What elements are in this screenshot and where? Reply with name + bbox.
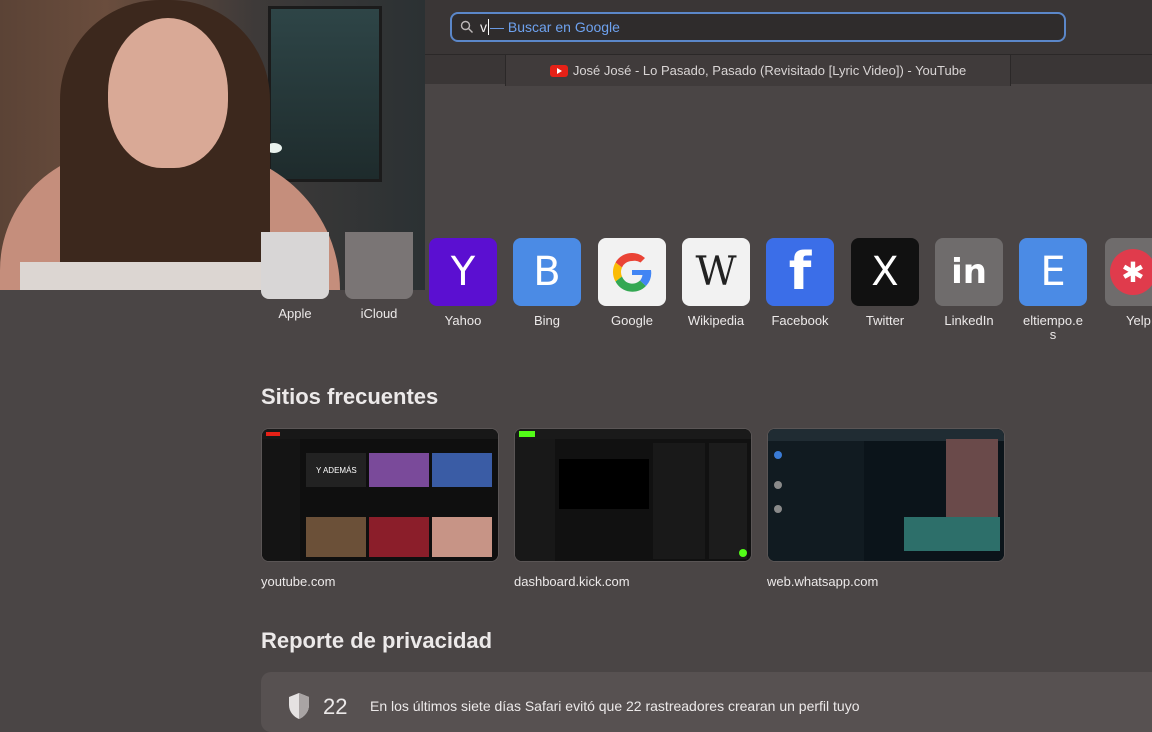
frequent-site-thumbnail-whatsapp[interactable] <box>767 428 1005 562</box>
yahoo-icon: Y <box>429 238 497 306</box>
eltiempo-icon: E <box>1019 238 1087 306</box>
favorite-google[interactable]: Google <box>590 238 674 328</box>
favorite-label: Yelp <box>1126 313 1151 328</box>
favorite-linkedin[interactable]: in LinkedIn <box>927 238 1011 328</box>
favorite-yelp[interactable]: ✱ Yelp <box>1096 238 1152 328</box>
tracker-count: 22 <box>323 694 348 719</box>
search-icon <box>460 20 473 33</box>
tab-title: José José - Lo Pasado, Pasado (Revisitad… <box>572 63 967 78</box>
youtube-page-preview: Y ADEMÁS <box>262 429 498 561</box>
frequent-site-thumbnail-youtube[interactable]: Y ADEMÁS <box>261 428 499 562</box>
favorite-label: Google <box>611 313 653 328</box>
tab-bar: José José - Lo Pasado, Pasado (Revisitad… <box>425 54 1152 86</box>
favorite-label: LinkedIn <box>944 313 994 328</box>
linkedin-icon: in <box>935 238 1003 306</box>
google-icon <box>598 238 666 306</box>
wikipedia-icon: W <box>682 238 750 306</box>
favorite-yahoo[interactable]: Y Yahoo <box>421 238 505 328</box>
address-bar[interactable]: v — Buscar en Google <box>450 12 1066 42</box>
favorite-label: eltiempo.es <box>1023 313 1083 342</box>
bing-icon: B <box>513 238 581 306</box>
favorite-wikipedia[interactable]: W Wikipedia <box>674 238 758 328</box>
favorite-facebook[interactable]: f Facebook <box>758 238 842 328</box>
privacy-report-heading: Reporte de privacidad <box>261 628 493 653</box>
favorite-bing[interactable]: B Bing <box>505 238 589 328</box>
favorite-twitter[interactable]: X Twitter <box>843 238 927 328</box>
favorite-icloud[interactable]: iCloud <box>337 232 421 321</box>
whatsapp-web-preview <box>768 429 1004 561</box>
x-icon: X <box>851 238 919 306</box>
kick-dashboard-preview <box>515 429 751 561</box>
privacy-report-card[interactable]: 22 En los últimos siete días Safari evit… <box>261 672 1152 732</box>
frequent-sites-heading: Sitios frecuentes <box>261 384 439 409</box>
youtube-icon <box>549 64 568 77</box>
apple-icon <box>261 232 329 299</box>
address-typed-text: v <box>480 19 487 35</box>
webcam-window-background <box>268 6 382 182</box>
favorite-label: Yahoo <box>444 313 482 328</box>
favorite-eltiempo[interactable]: E eltiempo.es <box>1011 238 1095 342</box>
favorite-label: iCloud <box>360 306 398 321</box>
yelp-icon: ✱ <box>1105 238 1152 306</box>
favorite-apple[interactable]: Apple <box>253 232 337 321</box>
facebook-icon: f <box>766 238 834 306</box>
webcam-person-face <box>108 18 228 168</box>
text-caret <box>488 19 489 35</box>
privacy-message: En los últimos siete días Safari evitó q… <box>370 698 860 714</box>
tab-youtube-video[interactable]: José José - Lo Pasado, Pasado (Revisitad… <box>505 55 1011 86</box>
frequent-site-label[interactable]: youtube.com <box>261 574 335 589</box>
favorite-label: Apple <box>278 306 312 321</box>
address-suggestion[interactable]: — Buscar en Google <box>490 19 620 35</box>
favorite-label: Wikipedia <box>687 313 745 328</box>
shield-icon <box>289 693 309 719</box>
yelp-glyph: ✱ <box>1110 249 1152 295</box>
icloud-icon <box>345 232 413 299</box>
favorite-label: Twitter <box>865 313 905 328</box>
frequent-site-thumbnail-kick[interactable] <box>514 428 752 562</box>
frequent-site-label[interactable]: web.whatsapp.com <box>767 574 878 589</box>
favorite-label: Bing <box>533 313 561 328</box>
favorite-label: Facebook <box>771 313 829 328</box>
frequent-site-label[interactable]: dashboard.kick.com <box>514 574 630 589</box>
favorites-row: Apple iCloud Y Yahoo B Bing Google W Wik… <box>0 232 1152 348</box>
svg-text:Y ADEMÁS: Y ADEMÁS <box>316 466 357 475</box>
